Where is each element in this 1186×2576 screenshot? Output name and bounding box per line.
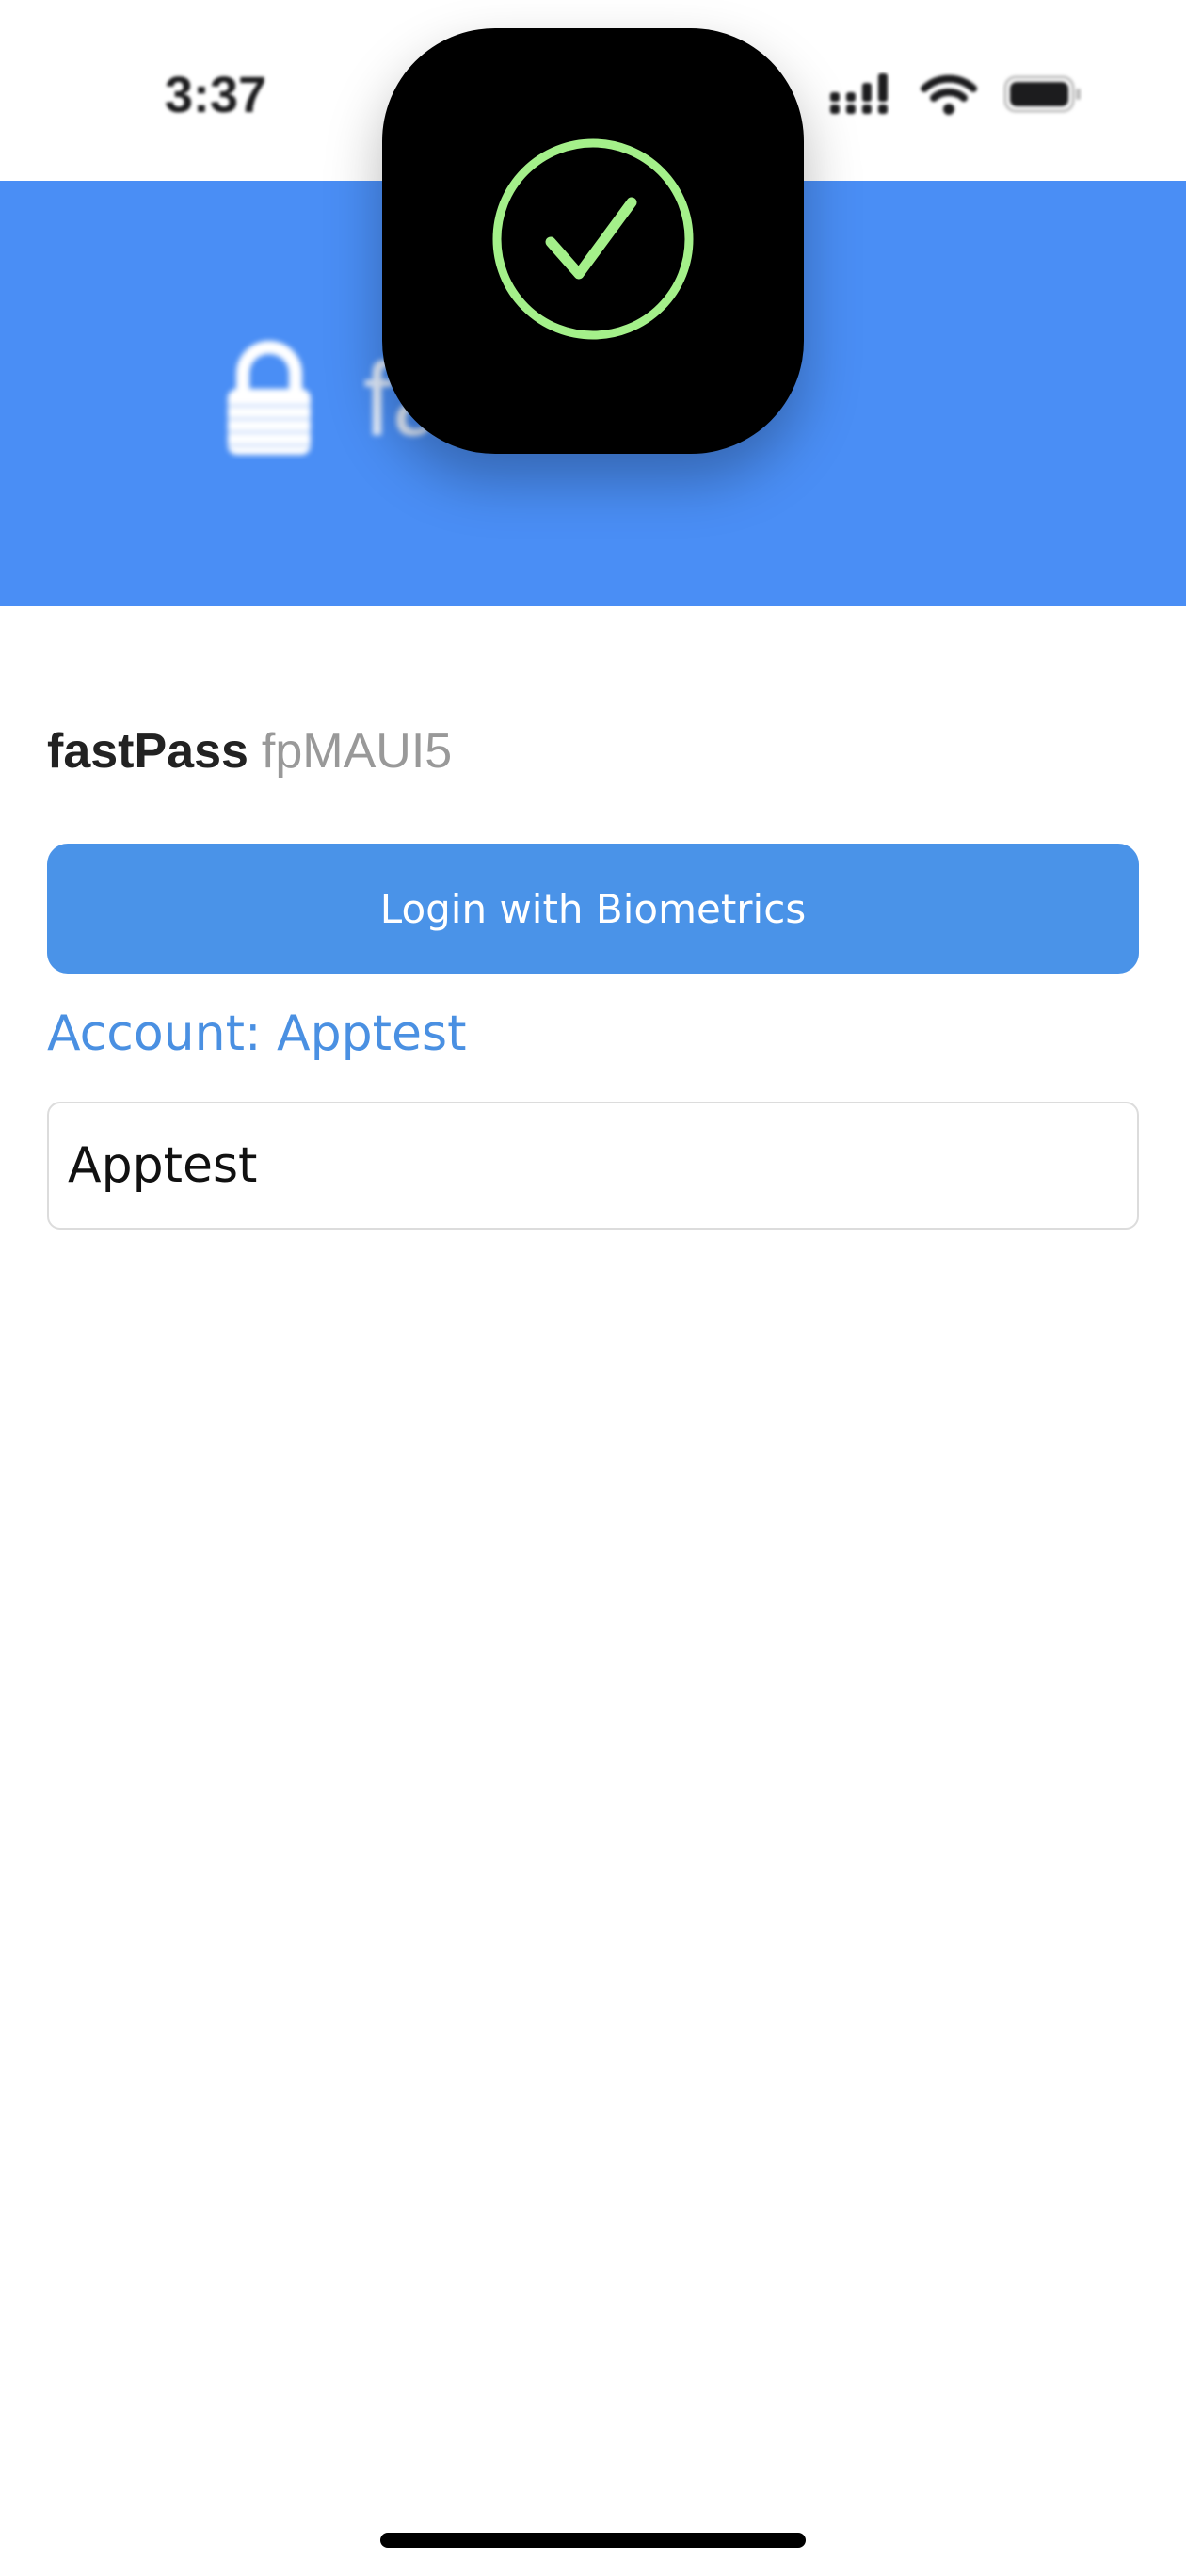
biometric-success-hud <box>382 28 804 454</box>
status-icons <box>828 70 1082 122</box>
battery-icon <box>1003 73 1082 119</box>
account-input[interactable] <box>47 1102 1139 1230</box>
app-version: fpMAUI5 <box>261 724 453 779</box>
login-with-biometrics-button[interactable]: Login with Biometrics <box>47 844 1139 974</box>
checkmark-circle-icon <box>489 135 697 347</box>
home-indicator[interactable] <box>380 2533 806 2548</box>
app-name: fastPass <box>47 724 248 779</box>
wifi-icon <box>921 73 977 119</box>
status-time: 3:37 <box>165 67 267 123</box>
account-label: Account: Apptest <box>47 1006 467 1062</box>
lock-icon <box>222 336 316 462</box>
app-title-line: fastPass fpMAUI5 <box>47 723 452 780</box>
cellular-signal-icon <box>828 73 894 119</box>
